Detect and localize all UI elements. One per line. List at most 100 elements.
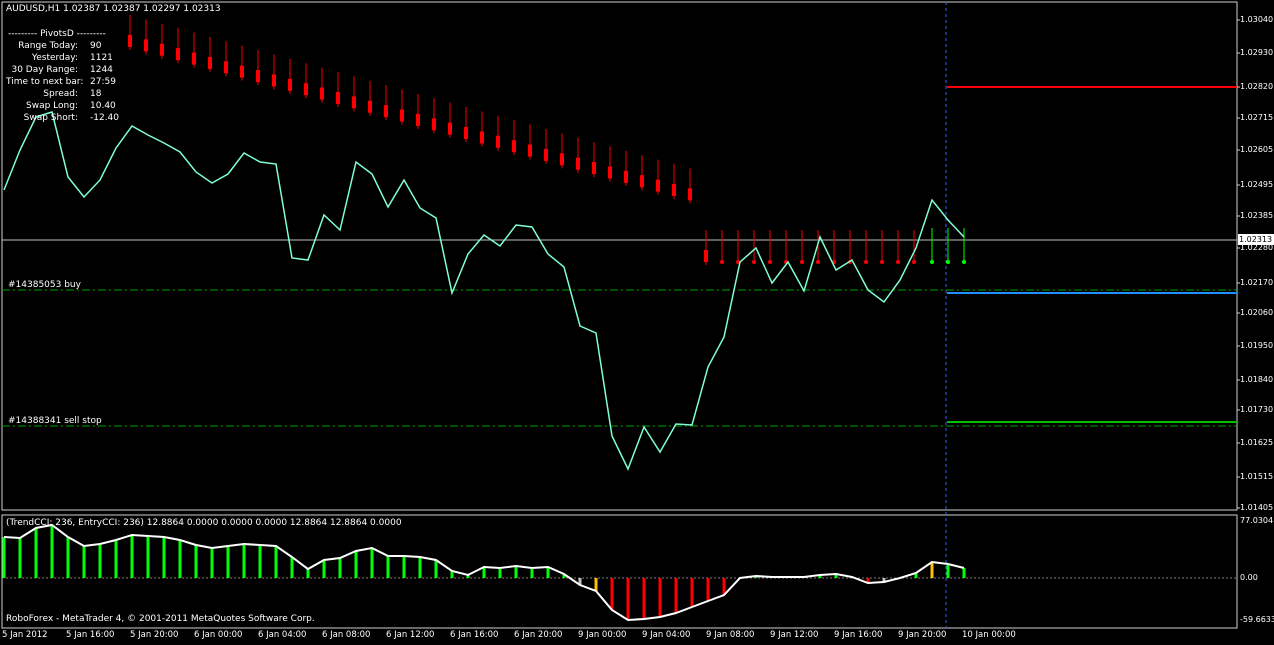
bar-dot [720, 260, 724, 264]
price-axis-label: 1.02495 [1240, 180, 1274, 189]
indicator-frame [1, 514, 1238, 629]
copyright-text: RoboForex - MetaTrader 4, © 2001-2011 Me… [6, 614, 315, 624]
pivot-row: Spread: 18 [6, 88, 119, 100]
time-axis-label: 5 Jan 2012 [2, 630, 48, 640]
price-axis-label: 1.01405 [1240, 503, 1274, 512]
bar-dot [946, 260, 950, 264]
time-axis-label: 9 Jan 20:00 [898, 630, 947, 640]
bar-body [352, 96, 356, 109]
price-axis-label: 1.03040 [1240, 15, 1274, 24]
pivot-row-value: 27:59 [90, 77, 116, 87]
bar-dot [880, 260, 884, 264]
bar-body [304, 83, 308, 96]
pivot-row: Time to next bar: 27:59 [6, 76, 119, 88]
bar-body [208, 56, 212, 69]
bar-dot [752, 260, 756, 264]
indicator-histogram [2, 525, 966, 620]
pivot-row: Range Today: 90 [6, 40, 119, 52]
pivot-row: 30 Day Range: 1244 [6, 64, 119, 76]
bar-dot [768, 260, 772, 264]
bar-body [560, 153, 564, 166]
indicator-axis-top: 77.0304 [1240, 516, 1274, 525]
bar-body [704, 250, 708, 262]
pivots-rows: Range Today: 90 Yesterday: 1121 30 Day Range… [6, 40, 119, 124]
price-axis-label: 1.02170 [1240, 278, 1274, 287]
chart-title: AUDUSD,H1 1.02387 1.02387 1.02297 1.0231… [6, 4, 221, 14]
pivot-row-label: Swap Long: [26, 101, 78, 111]
pivot-row-label: 30 Day Range: [11, 65, 78, 75]
pivots-panel: --------- PivotsD --------- Range Today:… [6, 28, 119, 124]
bar-dot [816, 260, 820, 264]
price-axis: 1.03040 1.02930 1.02820 1.02715 1.02605 1.024… [1240, 0, 1274, 512]
buy-order-label[interactable]: #14385053 buy [8, 280, 81, 290]
bar-body [368, 100, 372, 113]
time-axis-label: 5 Jan 16:00 [66, 630, 115, 640]
bar-body [672, 183, 676, 196]
time-axis-label: 6 Jan 04:00 [258, 630, 307, 640]
bar-body [464, 127, 468, 140]
price-axis-label: 1.02930 [1240, 48, 1274, 57]
bar-dot [930, 260, 934, 264]
bar-body [528, 144, 532, 157]
bar-body [240, 65, 244, 78]
bar-body [384, 105, 388, 118]
time-axis-label: 6 Jan 00:00 [194, 630, 243, 640]
bar-body [656, 179, 660, 192]
price-axis-label: 1.02820 [1240, 82, 1274, 91]
pivot-row: Swap Long: 10.40 [6, 100, 119, 112]
bar-body [176, 48, 180, 61]
bar-body [608, 166, 612, 179]
bar-dot [800, 260, 804, 264]
bar-body [224, 61, 228, 74]
bar-body [128, 35, 132, 47]
bar-body [576, 157, 580, 170]
pivot-row-label: Spread: [43, 89, 78, 99]
pivot-row-value: 10.40 [90, 101, 116, 111]
bar-body [144, 39, 148, 52]
price-axis-label: 1.02715 [1240, 113, 1274, 122]
pivot-row-label: Time to next bar: [6, 77, 84, 87]
pivot-row: Yesterday: 1121 [6, 52, 119, 64]
time-axis-label: 9 Jan 12:00 [770, 630, 819, 640]
bar-body [400, 109, 404, 122]
price-axis-label: 1.01515 [1240, 472, 1274, 481]
bar-body [336, 91, 340, 104]
bar-body [272, 74, 276, 87]
pivot-row-value: 1244 [90, 65, 113, 75]
time-axis-label: 10 Jan 00:00 [962, 630, 1016, 640]
time-axis: 5 Jan 2012 5 Jan 16:00 5 Jan 20:00 6 Jan 00… [0, 630, 1240, 645]
bar-dot [912, 260, 916, 264]
bar-body [640, 175, 644, 188]
bar-body [416, 113, 420, 126]
bar-dot [896, 260, 900, 264]
time-axis-label: 6 Jan 08:00 [322, 630, 371, 640]
sell-stop-order-label[interactable]: #14388341 sell stop [8, 416, 102, 426]
indicator-axis-bottom: -59.6633 [1240, 615, 1274, 624]
bar-body [192, 52, 196, 65]
pivot-row-value: -12.40 [90, 113, 120, 123]
bar-body [624, 170, 628, 183]
pivot-row-label: Yesterday: [31, 53, 78, 63]
bar-body [544, 148, 548, 161]
bar-dot [962, 260, 966, 264]
time-axis-label: 9 Jan 16:00 [834, 630, 883, 640]
time-axis-label: 9 Jan 00:00 [578, 630, 627, 640]
pivots-header: --------- PivotsD --------- [8, 29, 106, 39]
chart-canvas[interactable] [0, 0, 1274, 645]
indicator-axis-zero: 0.00 [1240, 573, 1258, 582]
time-axis-label: 9 Jan 04:00 [642, 630, 691, 640]
bar-body [288, 78, 292, 91]
price-axis-label: 1.02385 [1240, 211, 1274, 220]
price-axis-label: 1.02060 [1240, 308, 1274, 317]
time-axis-label: 6 Jan 16:00 [450, 630, 499, 640]
pivot-row-value: 90 [90, 41, 102, 51]
bar-body [480, 131, 484, 144]
pivot-row-label: Range Today: [18, 41, 78, 51]
bar-body [432, 118, 436, 131]
price-axis-label: 1.01950 [1240, 341, 1274, 350]
bar-body [160, 43, 164, 56]
pivot-row: Swap Short: -12.40 [6, 112, 119, 124]
time-axis-label: 6 Jan 12:00 [386, 630, 435, 640]
pivot-row-value: 1121 [90, 53, 113, 63]
bar-body [592, 162, 596, 175]
